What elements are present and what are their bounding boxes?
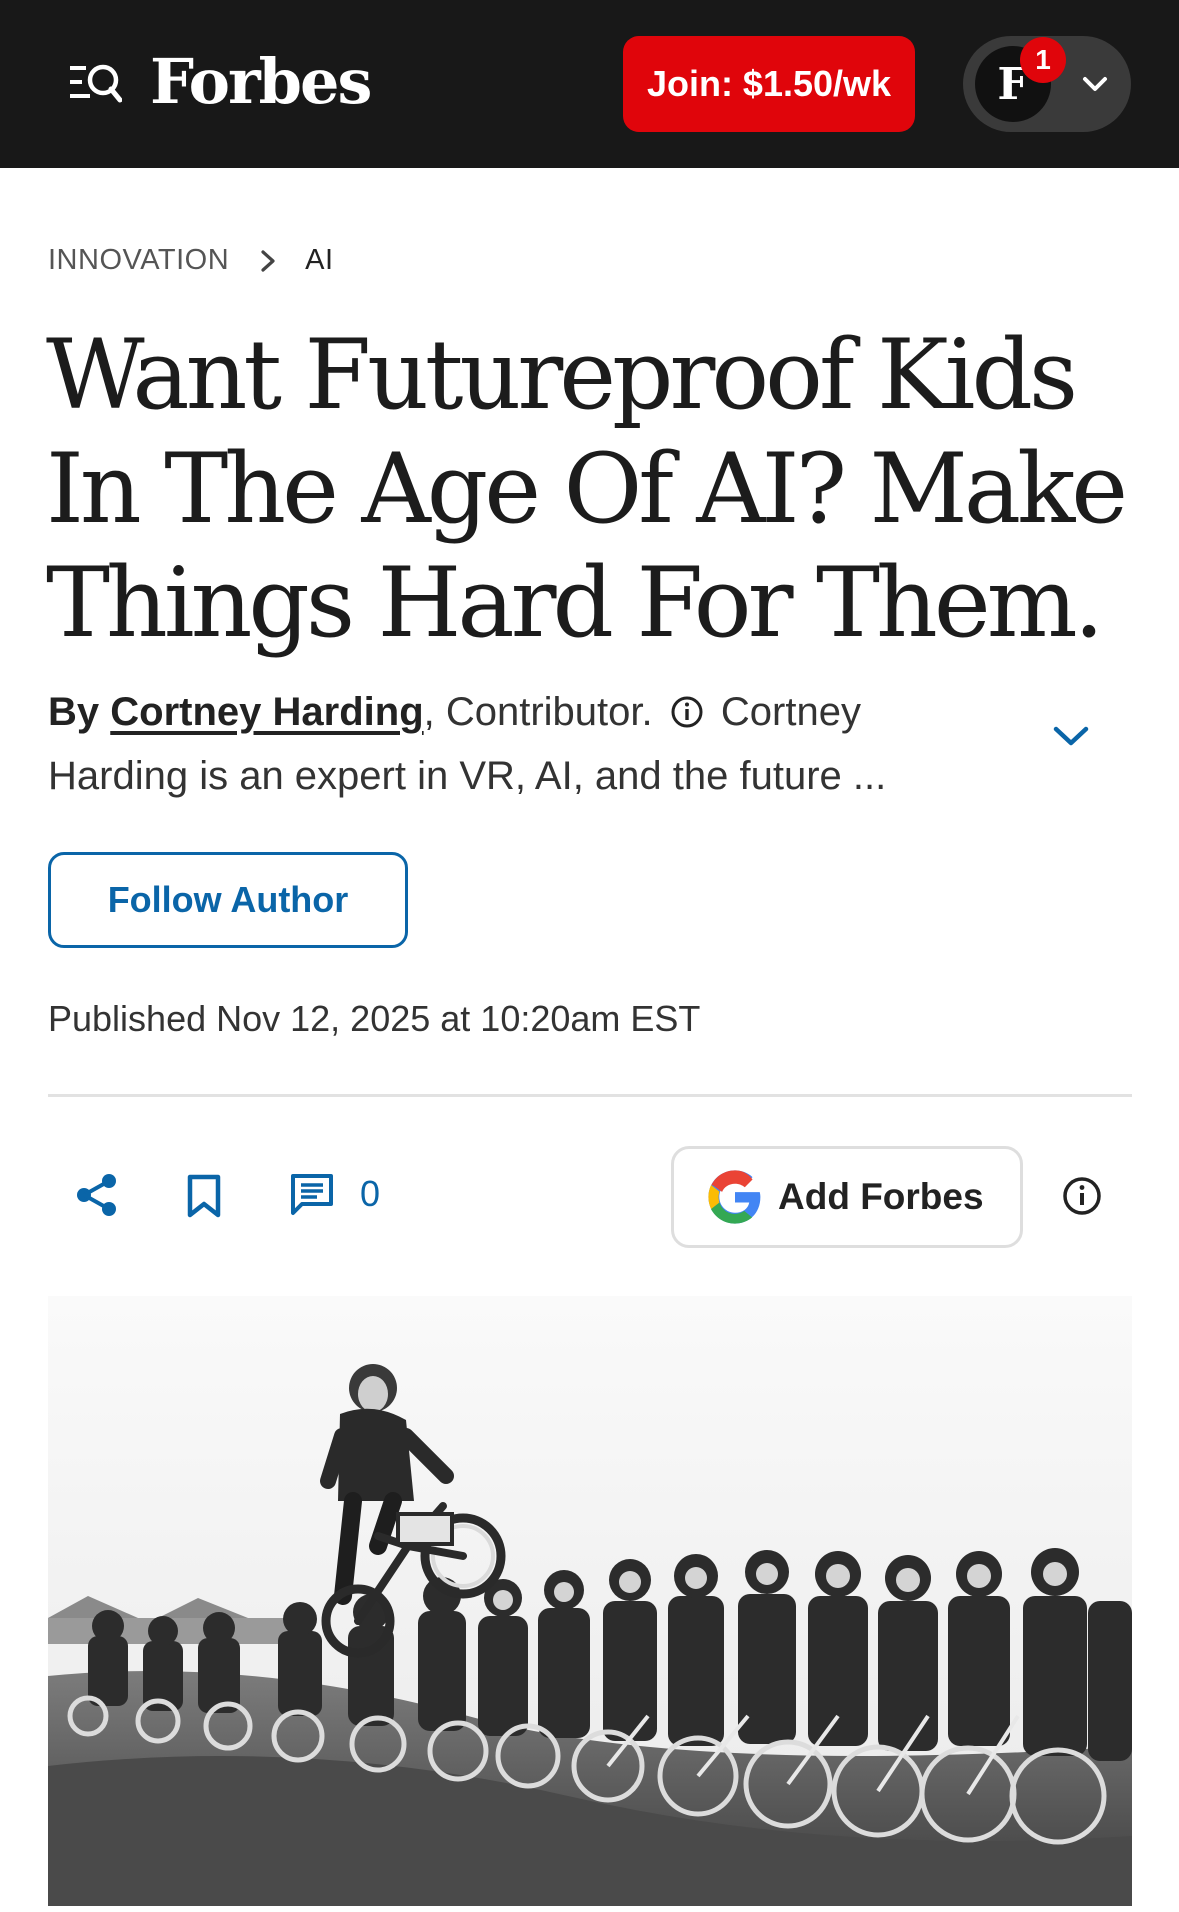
- breadcrumb-chevron-icon: [261, 249, 275, 272]
- join-subscription-button[interactable]: Join: $1.50/wk: [623, 36, 915, 132]
- chevron-down-icon: [1083, 77, 1107, 91]
- info-icon[interactable]: [1062, 1176, 1102, 1216]
- divider: [48, 1094, 1132, 1097]
- add-forbes-label: Add Forbes: [778, 1176, 984, 1217]
- notification-badge: 1: [1020, 37, 1066, 83]
- top-navigation-bar: Forbes Join: $1.50/wk F 1: [0, 0, 1179, 168]
- author-role: , Contributor.: [423, 690, 653, 734]
- comment-count: 0: [360, 1173, 381, 1214]
- expand-bio-chevron-icon[interactable]: [1052, 722, 1090, 750]
- google-icon: [708, 1170, 761, 1224]
- breadcrumb: INNOVATION AI: [48, 244, 334, 277]
- comments-button[interactable]: 0: [290, 1172, 380, 1216]
- bookmark-icon[interactable]: [186, 1174, 222, 1218]
- author-link[interactable]: Cortney Harding: [110, 690, 423, 734]
- byline: By Cortney Harding, Contributor. Cortney…: [48, 680, 978, 808]
- article-hero-image: [48, 1296, 1132, 1906]
- menu-search-icon[interactable]: [70, 60, 122, 106]
- published-date: Published Nov 12, 2025 at 10:20am EST: [48, 998, 701, 1039]
- forbes-logo[interactable]: Forbes: [150, 42, 372, 122]
- account-menu-button[interactable]: F 1: [963, 36, 1131, 132]
- breadcrumb-ai[interactable]: AI: [305, 244, 333, 277]
- breadcrumb-innovation[interactable]: INNOVATION: [48, 244, 229, 277]
- follow-author-button[interactable]: Follow Author: [48, 852, 408, 948]
- share-icon[interactable]: [74, 1172, 120, 1218]
- byline-prefix: By: [48, 690, 100, 734]
- bmx-kids-photo: [48, 1296, 1132, 1906]
- author-info-icon[interactable]: [670, 695, 704, 729]
- article-headline: Want Futureproof Kids In The Age Of AI? …: [46, 319, 1128, 659]
- comment-icon: [291, 1174, 333, 1215]
- add-forbes-google-button[interactable]: Add Forbes: [671, 1146, 1023, 1248]
